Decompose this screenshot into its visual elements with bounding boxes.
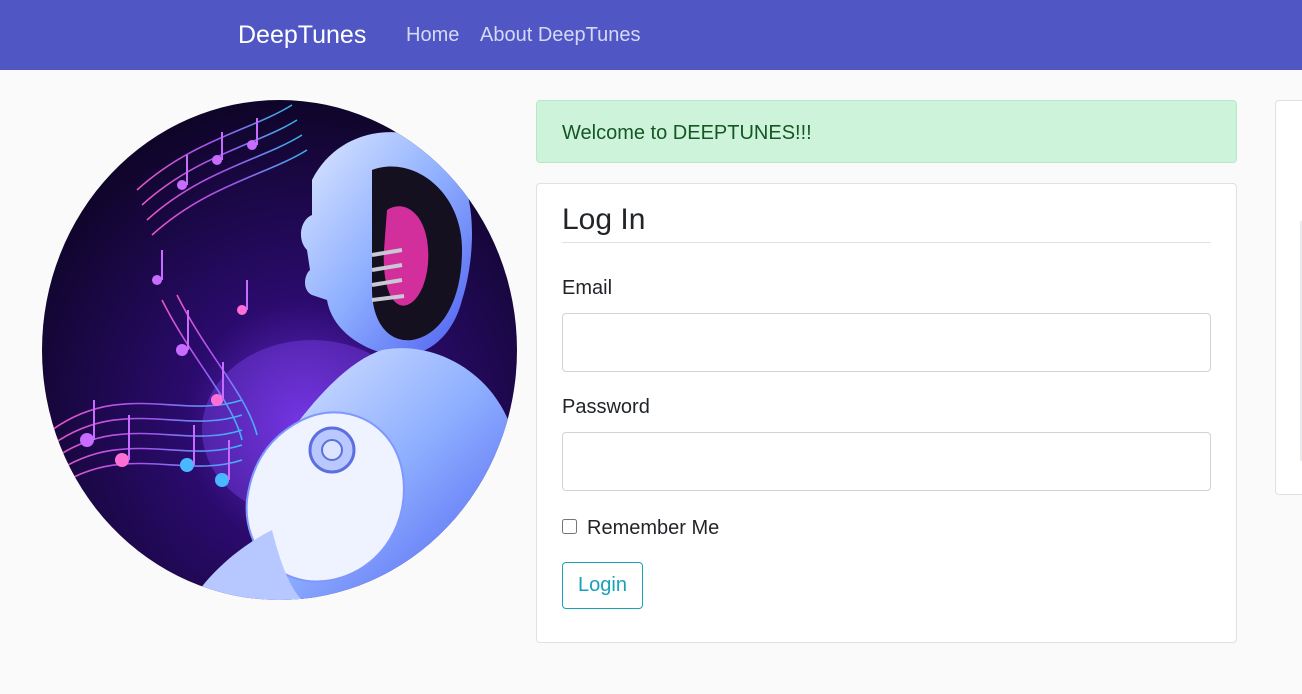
side-panel	[1275, 100, 1302, 495]
brand-link[interactable]: DeepTunes	[238, 20, 366, 50]
remember-me-label[interactable]: Remember Me	[587, 516, 719, 540]
alert-message: Welcome to DEEPTUNES!!!	[562, 122, 812, 144]
welcome-alert: Welcome to DEEPTUNES!!!	[536, 100, 1237, 163]
email-label: Email	[562, 277, 613, 299]
remember-me-checkbox[interactable]	[562, 519, 577, 534]
form-title: Log In	[562, 203, 1211, 243]
email-field[interactable]	[562, 313, 1211, 372]
password-label: Password	[562, 396, 650, 418]
login-form: Log In Email Password Remember Me Login	[536, 183, 1237, 643]
navbar: DeepTunes Home About DeepTunes	[0, 0, 1302, 70]
robot-music-illustration	[42, 100, 517, 600]
nav-link-home[interactable]: Home	[406, 23, 459, 47]
login-button[interactable]: Login	[562, 562, 643, 609]
nav-link-about[interactable]: About DeepTunes	[480, 23, 640, 47]
password-field[interactable]	[562, 432, 1211, 491]
hero-image	[42, 100, 517, 600]
